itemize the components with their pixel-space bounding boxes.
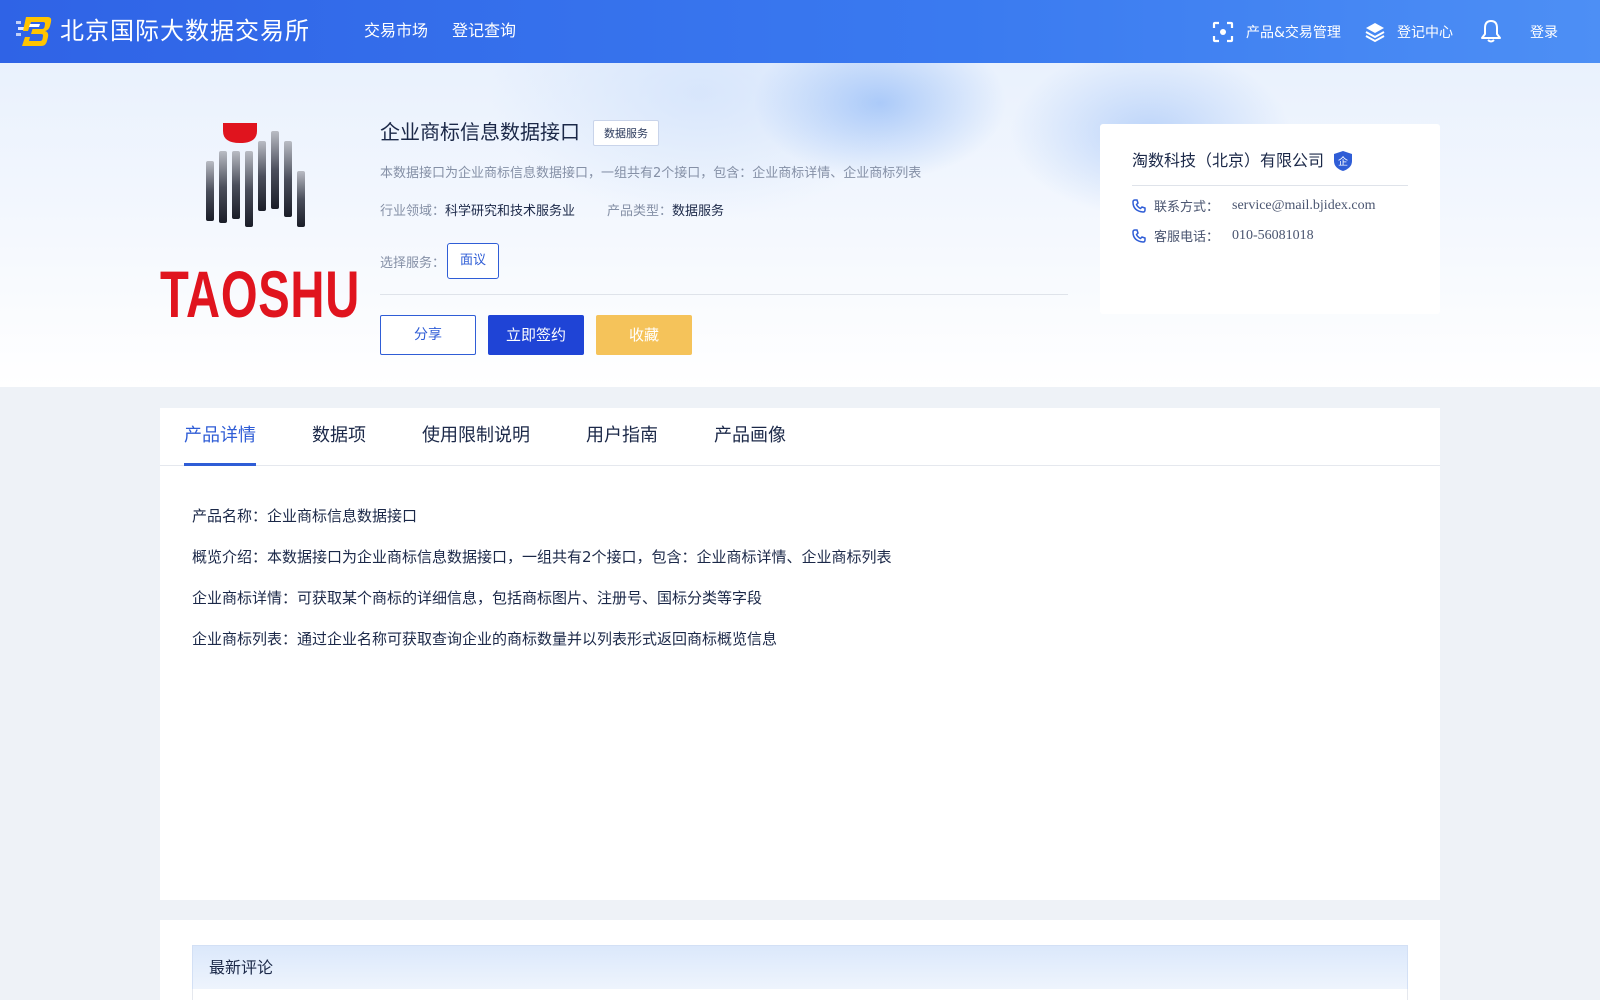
comments-panel: 最新评论 (160, 920, 1440, 1000)
product-detail-panel: 产品详情 数据项 使用限制说明 用户指南 产品画像 产品名称：企业商标信息数据接… (160, 408, 1440, 900)
detail-overview: 概览介绍：本数据接口为企业商标信息数据接口，一组共有2个接口，包含：企业商标详情… (192, 548, 892, 566)
provider-name-row: 淘数科技（北京）有限公司 企 (1132, 150, 1353, 172)
scan-frame-icon (1212, 21, 1234, 43)
product-trade-management-link[interactable]: 产品&交易管理 (1212, 20, 1341, 44)
provider-name[interactable]: 淘数科技（北京）有限公司 (1132, 150, 1324, 172)
provider-card: 淘数科技（北京）有限公司 企 联系方式： service@mail.bjidex… (1100, 124, 1440, 314)
brand-name[interactable]: 北京国际大数据交易所 (60, 16, 310, 46)
sign-now-button[interactable]: 立即签约 (488, 315, 584, 355)
tab-product-profile[interactable]: 产品画像 (714, 424, 786, 448)
contact-phone-row: 客服电话： 010-56081018 (1132, 226, 1314, 245)
comments-list (192, 989, 1408, 1000)
tab-product-details[interactable]: 产品详情 (184, 424, 256, 448)
favorite-button[interactable]: 收藏 (596, 315, 692, 355)
share-button[interactable]: 分享 (380, 315, 476, 355)
phone-label: 客服电话： (1154, 230, 1220, 245)
service-label: 选择服务： (380, 255, 446, 271)
product-summary: 本数据接口为企业商标信息数据接口，一组共有2个接口，包含：企业商标详情、企业商标… (380, 166, 922, 181)
phone-icon (1132, 198, 1146, 213)
contact-email-row: 联系方式： service@mail.bjidex.com (1132, 196, 1376, 215)
phone-icon (1132, 228, 1146, 243)
service-selector: 选择服务： 面议 (380, 243, 500, 279)
detail-product-name: 产品名称：企业商标信息数据接口 (192, 507, 418, 525)
detail-trademark-details: 企业商标详情：可获取某个商标的详细信息，包括商标图片、注册号、国标分类等字段 (192, 589, 763, 607)
comments-title: 最新评论 (209, 958, 274, 977)
industry-label: 行业领域： (380, 204, 446, 219)
product-type-value: 数据服务 (672, 204, 725, 219)
bell-icon (1481, 20, 1501, 43)
contact-phone: 010-56081018 (1232, 227, 1314, 243)
registration-center-link[interactable]: 登记中心 (1365, 20, 1453, 44)
detail-tabs: 产品详情 数据项 使用限制说明 用户指南 产品画像 (160, 408, 1440, 466)
product-title-row: 企业商标信息数据接口 数据服务 (380, 119, 659, 147)
registration-center-label: 登记中心 (1397, 25, 1453, 41)
product-type-label: 产品类型： (607, 204, 673, 219)
tab-usage-restrictions[interactable]: 使用限制说明 (422, 424, 530, 448)
login-link[interactable]: 登录 (1530, 20, 1558, 44)
product-type-tag: 数据服务 (593, 120, 659, 146)
contact-label: 联系方式： (1154, 200, 1220, 215)
product-hero: TAOSHU 企业商标信息数据接口 数据服务 本数据接口为企业商标信息数据接口，… (0, 63, 1600, 387)
notifications-button[interactable] (1480, 19, 1514, 43)
layers-icon (1365, 23, 1385, 43)
service-option-negotiable[interactable]: 面议 (447, 243, 500, 279)
comments-header: 最新评论 (192, 945, 1408, 989)
product-detail-content: 产品名称：企业商标信息数据接口 概览介绍：本数据接口为企业商标信息数据接口，一组… (192, 506, 892, 670)
nav-registration-query[interactable]: 登记查询 (452, 20, 516, 42)
contact-email[interactable]: service@mail.bjidex.com (1232, 198, 1376, 214)
provider-divider (1132, 185, 1408, 186)
industry-value: 科学研究和技术服务业 (445, 204, 576, 219)
hero-divider (380, 294, 1068, 295)
product-title: 企业商标信息数据接口 (380, 122, 580, 144)
enterprise-badge-text: 企 (1338, 155, 1348, 168)
shield-enterprise-icon: 企 (1334, 151, 1353, 171)
tab-data-items[interactable]: 数据项 (312, 424, 366, 448)
detail-trademark-list: 企业商标列表：通过企业名称可获取查询企业的商标数量并以列表形式返回商标概览信息 (192, 630, 778, 648)
product-meta: 行业领域： 科学研究和技术服务业 产品类型： 数据服务 (380, 203, 724, 221)
active-tab-indicator (184, 463, 256, 466)
nav-trading-market[interactable]: 交易市场 (364, 20, 428, 42)
tab-user-guide[interactable]: 用户指南 (586, 424, 658, 448)
top-navigation-bar: 北京国际大数据交易所 交易市场 登记查询 产品&交易管理 登记中心 登录 (0, 0, 1600, 63)
taoshu-product-logo: TAOSHU (160, 123, 360, 323)
bjidex-logo-icon[interactable] (16, 15, 52, 47)
product-trade-management-label: 产品&交易管理 (1246, 25, 1341, 41)
logo-wordmark: TAOSHU (160, 257, 360, 323)
